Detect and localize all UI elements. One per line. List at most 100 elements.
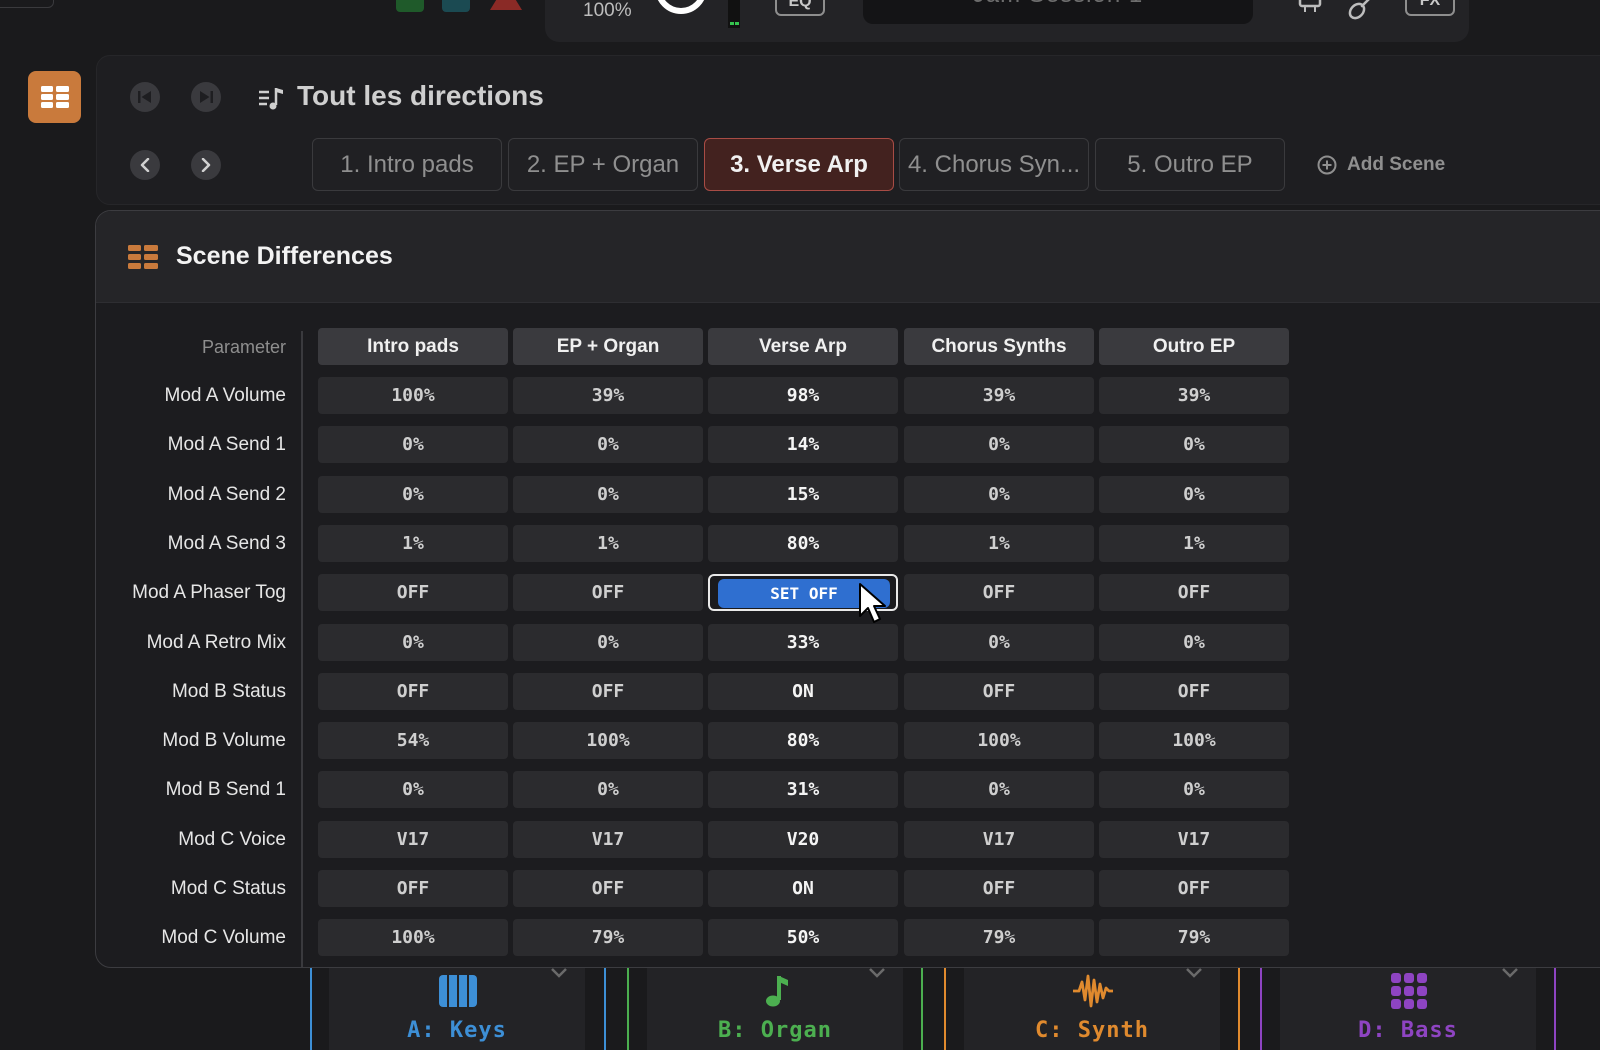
value-cell[interactable]: 100%: [318, 377, 508, 414]
eq-button[interactable]: EQ: [775, 0, 825, 16]
value-cell[interactable]: 0%: [318, 771, 508, 808]
value-cell[interactable]: V20: [708, 821, 898, 858]
value-cell[interactable]: ON: [708, 870, 898, 907]
next-scene-button[interactable]: [191, 150, 221, 180]
value-cell[interactable]: 0%: [318, 624, 508, 661]
session-name-field[interactable]: Jam Session 1: [863, 0, 1253, 24]
module-b-edge-right: [921, 966, 923, 1050]
top-left-button[interactable]: [0, 0, 54, 8]
parameter-column-header: Parameter: [201, 337, 286, 357]
sync-indicator[interactable]: [442, 0, 470, 12]
value-cell[interactable]: 0%: [1099, 624, 1289, 661]
skip-back-icon: [138, 91, 151, 103]
value-cell[interactable]: 15%: [708, 476, 898, 513]
scene-tab-5[interactable]: 5. Outro EP: [1095, 138, 1285, 191]
table-grid-icon: [40, 86, 69, 108]
value-cell[interactable]: OFF: [318, 870, 508, 907]
value-cell[interactable]: 50%: [708, 919, 898, 956]
column-header-5: Outro EP: [1099, 328, 1289, 365]
previous-scene-button[interactable]: [130, 150, 160, 180]
value-cell[interactable]: 31%: [708, 771, 898, 808]
scene-tab-1[interactable]: 1. Intro pads: [312, 138, 502, 191]
chip-icon[interactable]: [1293, 0, 1327, 16]
value-cell[interactable]: 39%: [513, 377, 703, 414]
value-cell[interactable]: 79%: [1099, 919, 1289, 956]
record-indicator[interactable]: [396, 0, 424, 12]
value-cell[interactable]: 80%: [708, 722, 898, 759]
value-cell[interactable]: OFF: [1099, 673, 1289, 710]
module-a-edge: [310, 966, 312, 1050]
chevron-down-icon[interactable]: [867, 966, 887, 980]
value-cell[interactable]: 0%: [513, 771, 703, 808]
value-cell[interactable]: 80%: [708, 525, 898, 562]
master-volume-knob[interactable]: [652, 0, 710, 18]
value-cell[interactable]: 79%: [513, 919, 703, 956]
value-cell[interactable]: V17: [904, 821, 1094, 858]
scene-tab-4[interactable]: 4. Chorus Syn...: [899, 138, 1089, 191]
value-cell[interactable]: 0%: [904, 476, 1094, 513]
value-cell[interactable]: 0%: [1099, 476, 1289, 513]
value-cell[interactable]: 100%: [513, 722, 703, 759]
module-c-edge: [944, 966, 946, 1050]
scene-table-toggle-button[interactable]: [28, 71, 81, 123]
value-cell[interactable]: 0%: [513, 476, 703, 513]
chevron-down-icon[interactable]: [1184, 966, 1204, 980]
value-cell[interactable]: OFF: [904, 870, 1094, 907]
fx-button[interactable]: FX: [1405, 0, 1455, 16]
value-cell[interactable]: 33%: [708, 624, 898, 661]
add-scene-button[interactable]: Add Scene: [1317, 151, 1445, 179]
next-song-button[interactable]: [191, 82, 221, 112]
value-cell[interactable]: OFF: [904, 673, 1094, 710]
value-cell[interactable]: 1%: [1099, 525, 1289, 562]
scene-tab-2[interactable]: 2. EP + Organ: [508, 138, 698, 191]
scene-tab-3[interactable]: 3. Verse Arp: [704, 138, 894, 191]
pad-grid-icon: [1391, 973, 1427, 1009]
value-cell[interactable]: 98%: [708, 377, 898, 414]
value-cell[interactable]: ON: [708, 673, 898, 710]
value-cell[interactable]: 0%: [904, 771, 1094, 808]
value-cell[interactable]: 0%: [1099, 426, 1289, 463]
level-meter: [728, 0, 740, 28]
value-cell[interactable]: 39%: [1099, 377, 1289, 414]
value-cell[interactable]: OFF: [1099, 870, 1289, 907]
value-cell[interactable]: 0%: [513, 624, 703, 661]
value-cell[interactable]: OFF: [318, 574, 508, 611]
value-cell[interactable]: OFF: [513, 673, 703, 710]
value-cell[interactable]: 1%: [318, 525, 508, 562]
value-cell[interactable]: 0%: [904, 624, 1094, 661]
value-cell[interactable]: 39%: [904, 377, 1094, 414]
value-cell[interactable]: 1%: [513, 525, 703, 562]
value-cell[interactable]: 14%: [708, 426, 898, 463]
value-cell[interactable]: 0%: [904, 426, 1094, 463]
warning-icon[interactable]: [488, 0, 524, 12]
value-cell[interactable]: V17: [318, 821, 508, 858]
previous-song-button[interactable]: [130, 82, 160, 112]
column-header-1: Intro pads: [318, 328, 508, 365]
value-cell[interactable]: OFF: [904, 574, 1094, 611]
value-cell[interactable]: OFF: [1099, 574, 1289, 611]
module-b-organ[interactable]: B: Organ: [647, 966, 903, 1050]
module-d-bass[interactable]: D: Bass: [1280, 966, 1536, 1050]
chevron-down-icon[interactable]: [1500, 966, 1520, 980]
value-cell[interactable]: 0%: [318, 476, 508, 513]
value-cell[interactable]: 54%: [318, 722, 508, 759]
value-cell[interactable]: 100%: [904, 722, 1094, 759]
value-cell[interactable]: 0%: [318, 426, 508, 463]
value-cell[interactable]: 79%: [904, 919, 1094, 956]
value-cell[interactable]: V17: [513, 821, 703, 858]
value-cell[interactable]: OFF: [318, 673, 508, 710]
value-cell[interactable]: 100%: [318, 919, 508, 956]
value-cell[interactable]: OFF: [513, 574, 703, 611]
value-cell[interactable]: 0%: [513, 426, 703, 463]
value-cell[interactable]: 1%: [904, 525, 1094, 562]
plus-circle-icon: [1317, 155, 1337, 175]
value-cell[interactable]: V17: [1099, 821, 1289, 858]
waveform-icon: [1073, 974, 1113, 1008]
guitar-icon[interactable]: [1346, 0, 1380, 20]
value-cell[interactable]: 100%: [1099, 722, 1289, 759]
value-cell[interactable]: OFF: [513, 870, 703, 907]
module-c-synth[interactable]: C: Synth: [964, 966, 1220, 1050]
value-cell[interactable]: 0%: [1099, 771, 1289, 808]
chevron-down-icon[interactable]: [549, 966, 569, 980]
module-a-keys[interactable]: A: Keys: [329, 966, 585, 1050]
